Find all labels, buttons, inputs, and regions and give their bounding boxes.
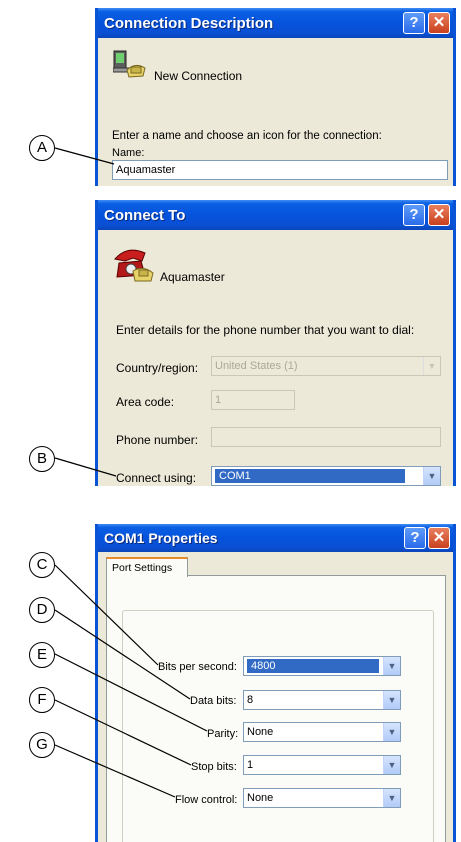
close-icon[interactable]: ✕ [428,204,450,226]
data-bits-select[interactable]: 8 ▼ [243,690,401,710]
data-bits-label: Data bits: [190,695,237,707]
country-select-value: United States (1) [215,360,298,372]
connect-using-value: COM1 [215,469,405,483]
callout-g: G [29,732,55,758]
connection-icon-label: New Connection [154,69,243,83]
dropdown-arrow-icon[interactable]: ▼ [383,657,400,675]
close-icon[interactable]: ✕ [428,12,450,34]
phone-number-input[interactable] [211,427,441,447]
dropdown-arrow-icon[interactable]: ▼ [423,467,440,485]
dropdown-arrow-icon[interactable]: ▼ [383,756,400,774]
flow-control-select[interactable]: None ▼ [243,788,401,808]
tab-port-settings[interactable]: Port Settings [106,557,188,577]
computer-phone-icon [112,50,147,85]
callout-c: C [29,552,55,578]
instruction-text: Enter details for the phone number that … [116,323,415,337]
country-select[interactable]: United States (1) ▼ [211,356,441,376]
title-bar[interactable]: Connection Description ? ✕ [98,8,453,38]
parity-value: None [247,726,274,738]
close-icon[interactable]: ✕ [428,527,450,549]
flow-control-label: Flow control: [175,794,238,806]
connection-description-dialog: Connection Description ? ✕ New Connectio… [95,8,456,186]
connect-using-select[interactable]: COM1 ▼ [211,466,441,486]
callout-b: B [29,446,55,472]
stop-bits-select[interactable]: 1 ▼ [243,755,401,775]
dropdown-arrow-icon[interactable]: ▼ [383,723,400,741]
phone-number-label: Phone number: [116,433,199,447]
stop-bits-label: Stop bits: [191,761,237,773]
dropdown-arrow-icon[interactable]: ▼ [423,357,440,375]
callout-a: A [29,135,55,161]
callout-f: F [29,687,55,713]
bits-per-second-select[interactable]: 4800 ▼ [243,656,401,676]
flow-control-value: None [247,792,274,804]
com1-properties-dialog: COM1 Properties ? ✕ Port Settings Bits p… [95,524,456,842]
help-icon[interactable]: ? [403,204,425,226]
connect-to-dialog: Connect To ? ✕ Aquamaster Enter details … [95,200,456,486]
name-label: Name: [112,147,145,159]
parity-label: Parity: [207,728,239,740]
area-code-input[interactable]: 1 [211,390,295,410]
bits-per-second-label: Bits per second: [158,661,237,673]
phone-icon [111,243,155,288]
dropdown-arrow-icon[interactable]: ▼ [383,691,400,709]
dropdown-arrow-icon[interactable]: ▼ [383,789,400,807]
dialog-title: Connection Description [104,15,274,32]
callout-d: D [29,597,55,623]
dialog-title: COM1 Properties [104,530,218,546]
help-icon[interactable]: ? [404,527,426,549]
instruction-text: Enter a name and choose an icon for the … [112,130,382,142]
name-input-value: Aquamaster [116,164,176,176]
bits-per-second-value: 4800 [247,659,379,673]
help-icon[interactable]: ? [403,12,425,34]
tab-port-settings-label: Port Settings [112,562,173,574]
area-code-value: 1 [215,394,222,406]
connect-using-label: Connect using: [116,471,197,485]
connection-name-label: Aquamaster [160,270,225,284]
callout-e: E [29,642,55,668]
parity-select[interactable]: None ▼ [243,722,401,742]
area-code-label: Area code: [116,395,175,409]
title-bar[interactable]: Connect To ? ✕ [98,200,453,230]
title-bar[interactable]: COM1 Properties ? ✕ [98,524,453,552]
dialog-title: Connect To [104,207,186,224]
stop-bits-value: 1 [247,759,254,771]
data-bits-value: 8 [247,694,254,706]
country-label: Country/region: [116,361,199,375]
name-input[interactable]: Aquamaster [112,160,448,180]
